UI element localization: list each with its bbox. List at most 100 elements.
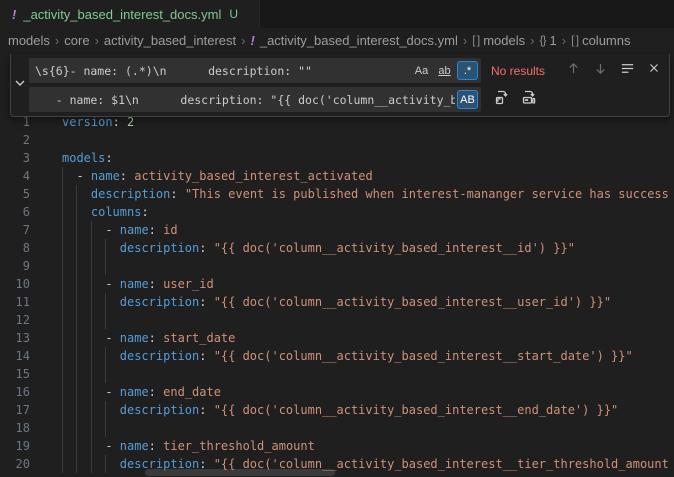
code-line[interactable]: 10- name: user_id <box>0 275 674 293</box>
indent-guide <box>76 275 90 293</box>
code-text: description: "{{ doc('column__activity_b… <box>62 239 575 257</box>
code-line[interactable]: 18 <box>0 419 674 437</box>
tab-bar: ! _activity_based_interest_docs.yml U <box>0 0 674 28</box>
indent-guide <box>62 347 76 365</box>
code-line[interactable]: 5description: "This event is published w… <box>0 185 674 203</box>
code-line[interactable]: 20description: "{{ doc('column__activity… <box>0 455 674 473</box>
next-match-button[interactable] <box>589 60 611 82</box>
indent-guide <box>76 329 90 347</box>
tab-filename: _activity_based_interest_docs.yml <box>23 7 221 22</box>
breadcrumb-item-_activity_based_interest_docs.yml[interactable]: !_activity_based_interest_docs.yml <box>251 33 458 48</box>
indent-guide <box>105 293 119 311</box>
code-line[interactable]: 11description: "{{ doc('column__activity… <box>0 293 674 311</box>
indent-guide <box>76 437 90 455</box>
code-line[interactable]: 6columns: <box>0 203 674 221</box>
find-in-selection-button[interactable] <box>616 60 638 82</box>
regex-button[interactable]: .* <box>457 61 478 80</box>
code-line[interactable]: 13 - name: start_date <box>0 329 674 347</box>
code-text: models: <box>62 149 113 167</box>
line-number: 4 <box>0 167 30 185</box>
code-text: - name: start_date <box>62 329 235 347</box>
code-line[interactable]: 15 <box>0 365 674 383</box>
code-line[interactable]: 7- name: id <box>0 221 674 239</box>
indent-guide <box>62 419 76 437</box>
code-line[interactable]: 14description: "{{ doc('column__activity… <box>0 347 674 365</box>
breadcrumb-item-models[interactable]: models <box>8 33 50 48</box>
indent-guide <box>62 257 76 275</box>
indent-guide <box>62 203 76 221</box>
code-text: - name: activity_based_interest_activate… <box>62 167 373 185</box>
indent-guide <box>76 347 90 365</box>
indent-guide <box>62 401 76 419</box>
indent-guide <box>105 455 119 473</box>
indent-guide <box>76 257 90 275</box>
code-line[interactable]: 8description: "{{ doc('column__activity_… <box>0 239 674 257</box>
indent-guide <box>105 239 119 257</box>
breadcrumb-item-columns[interactable]: [ ]columns <box>571 33 630 48</box>
indent-guide <box>76 401 90 419</box>
code-line[interactable]: 12 <box>0 311 674 329</box>
breadcrumb-item-core[interactable]: core <box>64 33 89 48</box>
breadcrumb-label: 1 <box>549 33 556 48</box>
indent-guide <box>76 455 90 473</box>
find-status: No results <box>491 64 545 78</box>
whole-word-button[interactable]: ab <box>434 61 455 80</box>
code-line[interactable]: 17description: "{{ doc('column__activity… <box>0 401 674 419</box>
chevron-down-icon <box>13 76 27 95</box>
yaml-file-icon: ! <box>12 7 16 22</box>
symbol-array-icon: [ ] <box>472 33 479 47</box>
code-line[interactable]: 19- name: tier_threshold_amount <box>0 437 674 455</box>
code-text: - name: end_date <box>62 383 221 401</box>
indent-guide <box>105 365 119 383</box>
indent-guide <box>62 221 76 239</box>
indent-guide <box>91 239 105 257</box>
breadcrumb-label: columns <box>582 33 630 48</box>
match-case-button[interactable]: Aa <box>411 61 432 80</box>
preserve-case-button[interactable]: AB <box>457 90 478 109</box>
code-text: - name: tier_threshold_amount <box>62 437 315 455</box>
breadcrumb-separator: › <box>463 33 467 48</box>
breadcrumb-label: models <box>8 33 50 48</box>
indent-guide <box>105 311 119 329</box>
code-text: description: "This event is published wh… <box>62 185 669 203</box>
replace-button[interactable] <box>491 89 513 111</box>
breadcrumb-item-1[interactable]: {}1 <box>539 33 556 48</box>
editor-tab[interactable]: ! _activity_based_interest_docs.yml U <box>0 0 260 28</box>
find-input[interactable]: \s{6}- name: (.*)\n description: "" Aa a… <box>29 58 481 83</box>
indent-guide <box>105 347 119 365</box>
indent-guide <box>76 311 90 329</box>
breadcrumb-separator: › <box>241 33 245 48</box>
breadcrumb-label: activity_based_interest <box>104 33 236 48</box>
indent-guide <box>105 401 119 419</box>
indent-guide <box>62 239 76 257</box>
code-area[interactable]: 1version: 223models:4- name: activity_ba… <box>0 113 674 473</box>
code-line[interactable]: 3models: <box>0 149 674 167</box>
breadcrumb-item-models[interactable]: [ ]models <box>472 33 525 48</box>
close-find-button[interactable] <box>643 60 665 82</box>
code-line[interactable]: 4 - name: activity_based_interest_activat… <box>0 167 674 185</box>
arrow-up-icon <box>566 61 581 81</box>
indent-guide <box>91 221 105 239</box>
toggle-replace-button[interactable] <box>11 58 29 112</box>
code-text <box>62 419 120 437</box>
previous-match-button[interactable] <box>562 60 584 82</box>
code-line[interactable]: 16- name: end_date <box>0 383 674 401</box>
code-text <box>62 365 120 383</box>
breadcrumb-item-activity_based_interest[interactable]: activity_based_interest <box>104 33 236 48</box>
indent-guide <box>62 167 76 185</box>
replace-icon <box>494 89 510 110</box>
line-number: 13 <box>0 329 30 347</box>
indent-guide <box>62 275 76 293</box>
breadcrumb-separator: › <box>95 33 99 48</box>
breadcrumb-separator: › <box>55 33 59 48</box>
horizontal-scrollbar[interactable] <box>145 469 335 476</box>
indent-guide <box>76 221 90 239</box>
replace-all-button[interactable] <box>518 89 540 111</box>
code-line[interactable]: 2 <box>0 131 674 149</box>
breadcrumb: models › core › activity_based_interest › !_ac… <box>0 28 674 52</box>
replace-input[interactable]: - name: $1\n description: "{{ doc('colum… <box>29 87 481 112</box>
code-text: description: "{{ doc('column__activity_b… <box>62 293 611 311</box>
code-line[interactable]: 9 <box>0 257 674 275</box>
indent-guide <box>62 311 76 329</box>
line-number: 12 <box>0 311 30 329</box>
